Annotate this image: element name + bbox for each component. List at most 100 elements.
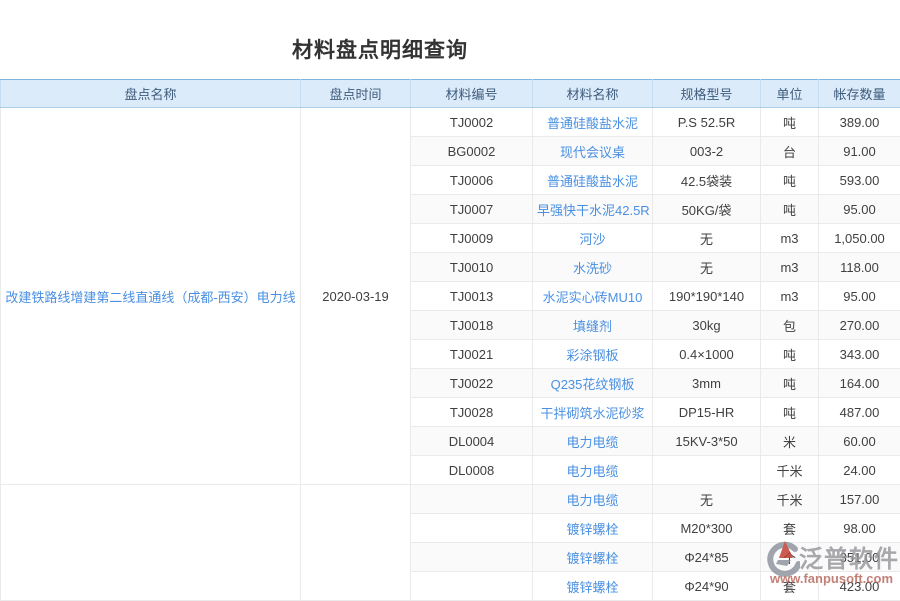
col-header-material-name: 材料名称	[533, 80, 653, 108]
spec-cell: 无	[653, 224, 761, 253]
qty-cell: 343.00	[819, 340, 900, 369]
unit-cell: m3	[761, 282, 819, 311]
qty-cell: 24.00	[819, 456, 900, 485]
material-name-cell: 镀锌螺栓	[533, 543, 653, 572]
unit-cell: 吨	[761, 195, 819, 224]
material-code-cell	[411, 514, 533, 543]
unit-cell: 套	[761, 514, 819, 543]
col-header-spec: 规格型号	[653, 80, 761, 108]
material-name-link[interactable]: 电力电缆	[566, 435, 618, 450]
material-name-cell: 水泥实心砖MU10	[533, 282, 653, 311]
unit-cell: 套	[761, 572, 819, 601]
unit-cell: m3	[761, 224, 819, 253]
material-name-link[interactable]: 彩涂钢板	[566, 348, 618, 363]
inventory-table: 盘点名称 盘点时间 材料编号 材料名称 规格型号 单位 帐存数量 改建铁路线增建…	[0, 79, 900, 601]
material-name-link[interactable]: Q235花纹钢板	[551, 377, 635, 392]
unit-cell: 个	[761, 543, 819, 572]
material-name-link[interactable]: 水泥实心砖MU10	[543, 290, 643, 305]
material-code-cell: DL0004	[411, 427, 533, 456]
material-name-link[interactable]: 现代会议桌	[560, 145, 625, 160]
material-name-link[interactable]: 干拌砌筑水泥砂浆	[540, 406, 644, 421]
material-name-cell: 干拌砌筑水泥砂浆	[533, 398, 653, 427]
page-title: 材料盘点明细查询	[292, 38, 468, 64]
unit-cell: 包	[761, 311, 819, 340]
material-name-link[interactable]: 镀锌螺栓	[566, 551, 618, 566]
qty-cell: 423.00	[819, 572, 900, 601]
unit-cell: 吨	[761, 340, 819, 369]
material-name-cell: 镀锌螺栓	[533, 572, 653, 601]
spec-cell: 0.4×1000	[653, 340, 761, 369]
material-name-cell: 水洗砂	[533, 253, 653, 282]
material-name-link[interactable]: 水洗砂	[573, 261, 612, 276]
spec-cell: 3mm	[653, 369, 761, 398]
table-row: 电力电缆无千米157.00	[1, 485, 900, 514]
unit-cell: m3	[761, 253, 819, 282]
qty-cell: 91.00	[819, 137, 900, 166]
qty-cell: 98.00	[819, 514, 900, 543]
material-name-link[interactable]: 电力电缆	[566, 464, 618, 479]
material-code-cell: TJ0021	[411, 340, 533, 369]
spec-cell: 30kg	[653, 311, 761, 340]
material-name-link[interactable]: 河沙	[579, 232, 605, 247]
material-name-link[interactable]: 普通硅酸盐水泥	[547, 116, 638, 131]
material-code-cell	[411, 572, 533, 601]
qty-cell: 389.00	[819, 108, 900, 137]
material-name-link[interactable]: 镀锌螺栓	[566, 522, 618, 537]
spec-cell: 无	[653, 485, 761, 514]
material-code-cell: TJ0028	[411, 398, 533, 427]
material-code-cell: TJ0018	[411, 311, 533, 340]
material-name-link[interactable]: 普通硅酸盐水泥	[547, 174, 638, 189]
spec-cell: 42.5袋装	[653, 166, 761, 195]
material-code-cell	[411, 485, 533, 514]
qty-cell: 593.00	[819, 166, 900, 195]
material-code-cell: DL0008	[411, 456, 533, 485]
col-header-inventory-date: 盘点时间	[301, 80, 411, 108]
material-code-cell: BG0002	[411, 137, 533, 166]
qty-cell: 95.00	[819, 282, 900, 311]
qty-cell: 157.00	[819, 485, 900, 514]
material-code-cell: TJ0022	[411, 369, 533, 398]
inventory-date-cell	[301, 485, 411, 601]
spec-cell: P.S 52.5R	[653, 108, 761, 137]
material-name-cell: 河沙	[533, 224, 653, 253]
unit-cell: 台	[761, 137, 819, 166]
material-name-cell: 电力电缆	[533, 456, 653, 485]
qty-cell: 1,050.00	[819, 224, 900, 253]
spec-cell	[653, 456, 761, 485]
material-code-cell: TJ0010	[411, 253, 533, 282]
material-code-cell: TJ0006	[411, 166, 533, 195]
material-code-cell: TJ0009	[411, 224, 533, 253]
qty-cell: 60.00	[819, 427, 900, 456]
qty-cell: 164.00	[819, 369, 900, 398]
unit-cell: 吨	[761, 369, 819, 398]
inventory-name-cell	[1, 485, 301, 601]
inventory-name-link[interactable]: 改建铁路线增建第二线直通线（成都-西安）电力线	[5, 290, 295, 305]
spec-cell: 003-2	[653, 137, 761, 166]
material-name-link[interactable]: 镀锌螺栓	[566, 580, 618, 595]
qty-cell: 270.00	[819, 311, 900, 340]
material-name-cell: 电力电缆	[533, 427, 653, 456]
material-name-link[interactable]: 填缝剂	[573, 319, 612, 334]
unit-cell: 米	[761, 427, 819, 456]
title-bar: 材料盘点明细查询	[0, 0, 900, 79]
table-row: 改建铁路线增建第二线直通线（成都-西安）电力线2020-03-19TJ0002普…	[1, 108, 900, 137]
spec-cell: DP15-HR	[653, 398, 761, 427]
material-name-link[interactable]: 电力电缆	[566, 493, 618, 508]
material-code-cell	[411, 543, 533, 572]
unit-cell: 千米	[761, 456, 819, 485]
material-name-cell: 现代会议桌	[533, 137, 653, 166]
material-name-cell: 普通硅酸盐水泥	[533, 108, 653, 137]
spec-cell: Φ24*85	[653, 543, 761, 572]
qty-cell: 487.00	[819, 398, 900, 427]
spec-cell: M20*300	[653, 514, 761, 543]
material-code-cell: TJ0002	[411, 108, 533, 137]
spec-cell: 190*190*140	[653, 282, 761, 311]
material-name-cell: 早强快干水泥42.5R	[533, 195, 653, 224]
qty-cell: 118.00	[819, 253, 900, 282]
col-header-unit: 单位	[761, 80, 819, 108]
material-name-cell: Q235花纹钢板	[533, 369, 653, 398]
material-name-link[interactable]: 早强快干水泥42.5R	[537, 203, 650, 218]
material-name-cell: 填缝剂	[533, 311, 653, 340]
qty-cell: 95.00	[819, 195, 900, 224]
unit-cell: 吨	[761, 108, 819, 137]
